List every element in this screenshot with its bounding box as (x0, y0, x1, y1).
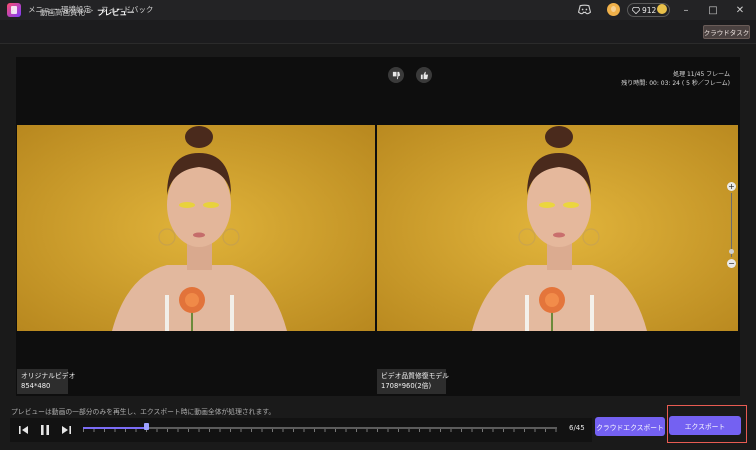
zoom-out-icon[interactable]: − (727, 259, 736, 268)
thumbs-down-icon[interactable] (388, 67, 404, 83)
timeline-playhead[interactable] (144, 423, 149, 430)
enhanced-video-title: ビデオ品質修復モデル (381, 372, 449, 380)
enhanced-video (377, 125, 738, 331)
breadcrumb-enhance[interactable]: 動画高画質化 (40, 7, 85, 18)
enhanced-video-resolution: 1708*960(2倍) (381, 382, 432, 390)
processing-status: 処理 11/45 フレーム (673, 71, 730, 78)
original-video (17, 125, 375, 331)
next-frame-icon[interactable] (60, 424, 72, 436)
maximize-icon[interactable]: □ (706, 3, 720, 17)
export-button[interactable]: エクスポート (669, 416, 741, 435)
zoom-slider[interactable] (731, 193, 732, 257)
preview-notice: プレビューは動画の一部分のみを再生し、エクスポート時に動画全体が処理されます。 (11, 408, 276, 416)
coin-icon[interactable] (607, 3, 620, 16)
enhanced-video-label: ビデオ品質修復モデル 1708*960(2倍) (377, 369, 449, 394)
breadcrumb-separator: > (87, 6, 94, 15)
navigation-bar (0, 20, 756, 44)
thumbs-up-icon[interactable] (416, 67, 432, 83)
zoom-slider-handle[interactable] (729, 249, 734, 254)
pause-icon[interactable] (39, 424, 51, 436)
avatar[interactable] (657, 4, 667, 14)
original-video-resolution: 854*480 (21, 382, 51, 390)
close-icon[interactable]: ✕ (733, 3, 747, 17)
cloud-export-button[interactable]: クラウドエクスポート (595, 417, 665, 436)
breadcrumb-preview: プレビュー (97, 8, 135, 17)
minimize-icon[interactable]: – (679, 3, 693, 17)
back-arrow-icon[interactable]: ‹ (10, 5, 22, 19)
remaining-time: 残り時間: 00: 03: 24 ( 5 秒／フレーム) (621, 80, 730, 87)
original-video-label: オリジナルビデオ 854*480 (17, 369, 76, 394)
zoom-in-icon[interactable]: + (727, 182, 736, 191)
frame-counter: 6/45 (569, 424, 585, 432)
diamond-icon (632, 6, 640, 14)
credit-count: 912 (642, 5, 657, 15)
previous-frame-icon[interactable] (18, 424, 30, 436)
discord-icon[interactable] (578, 4, 591, 15)
timeline-ticks (83, 429, 557, 432)
original-video-title: オリジナルビデオ (21, 372, 76, 380)
cloud-task-button[interactable]: クラウドタスク (703, 25, 750, 39)
